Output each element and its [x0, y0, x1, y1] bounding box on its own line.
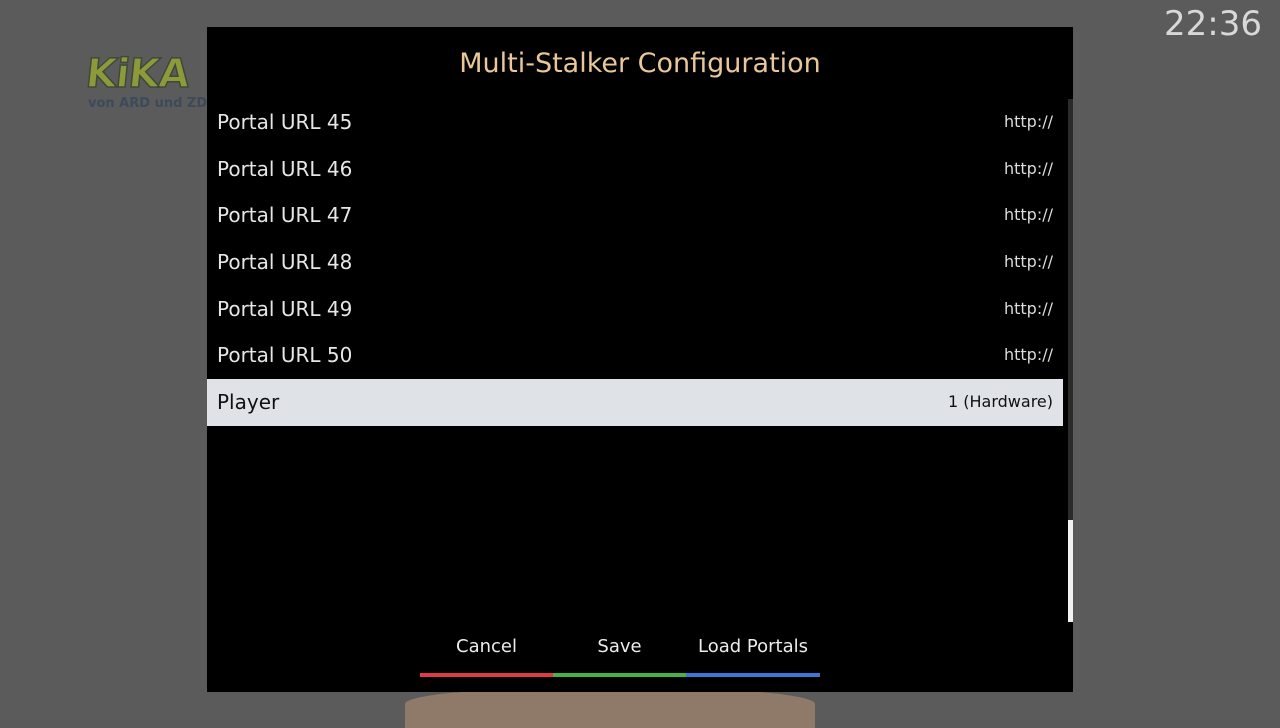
setting-row-portal-url-45[interactable]: Portal URL 45 http://	[207, 99, 1063, 146]
cancel-button-label: Cancel	[456, 636, 517, 657]
save-button[interactable]: Save	[553, 627, 686, 677]
red-key-indicator	[420, 673, 553, 677]
save-button-label: Save	[597, 636, 642, 657]
dialog-title: Multi-Stalker Configuration	[459, 48, 821, 79]
channel-logo-subtext: von ARD und ZDF	[88, 96, 217, 111]
setting-label: Portal URL 49	[217, 296, 353, 321]
setting-row-portal-url-48[interactable]: Portal URL 48 http://	[207, 239, 1063, 286]
clock: 22:36	[1164, 4, 1262, 44]
green-key-indicator	[553, 673, 686, 677]
background-figure	[405, 688, 815, 728]
setting-row-portal-url-46[interactable]: Portal URL 46 http://	[207, 146, 1063, 193]
setting-row-portal-url-49[interactable]: Portal URL 49 http://	[207, 286, 1063, 333]
settings-list: Portal URL 45 http:// Portal URL 46 http…	[207, 99, 1063, 426]
setting-row-portal-url-47[interactable]: Portal URL 47 http://	[207, 192, 1063, 239]
setting-value: http://	[1003, 158, 1053, 178]
cancel-button[interactable]: Cancel	[420, 627, 553, 677]
scrollbar-thumb[interactable]	[1068, 520, 1073, 622]
list-scrollbar[interactable]	[1068, 99, 1073, 622]
load-portals-button-label: Load Portals	[698, 636, 808, 657]
setting-value: http://	[1003, 252, 1053, 272]
setting-label: Portal URL 47	[217, 203, 353, 228]
load-portals-button[interactable]: Load Portals	[686, 627, 820, 677]
config-dialog: Multi-Stalker Configuration Portal URL 4…	[207, 27, 1073, 692]
setting-value: http://	[1003, 298, 1053, 318]
setting-label: Player	[217, 390, 280, 415]
setting-label: Portal URL 48	[217, 250, 353, 275]
setting-row-portal-url-50[interactable]: Portal URL 50 http://	[207, 332, 1063, 379]
blue-key-indicator	[686, 673, 820, 677]
dialog-button-bar: Cancel Save Load Portals	[420, 627, 820, 679]
setting-label: Portal URL 45	[217, 110, 353, 134]
setting-label: Portal URL 46	[217, 156, 353, 181]
setting-row-player[interactable]: Player 1 (Hardware)	[207, 379, 1063, 426]
setting-value: 1 (Hardware)	[948, 392, 1053, 412]
setting-value: http://	[1003, 345, 1053, 365]
setting-value: http://	[1003, 112, 1053, 131]
setting-value: http://	[1003, 205, 1053, 225]
channel-logo-text: KiKA	[83, 50, 192, 98]
channel-logo: KiKA von ARD und ZDF	[83, 50, 217, 114]
setting-label: Portal URL 50	[217, 343, 353, 368]
